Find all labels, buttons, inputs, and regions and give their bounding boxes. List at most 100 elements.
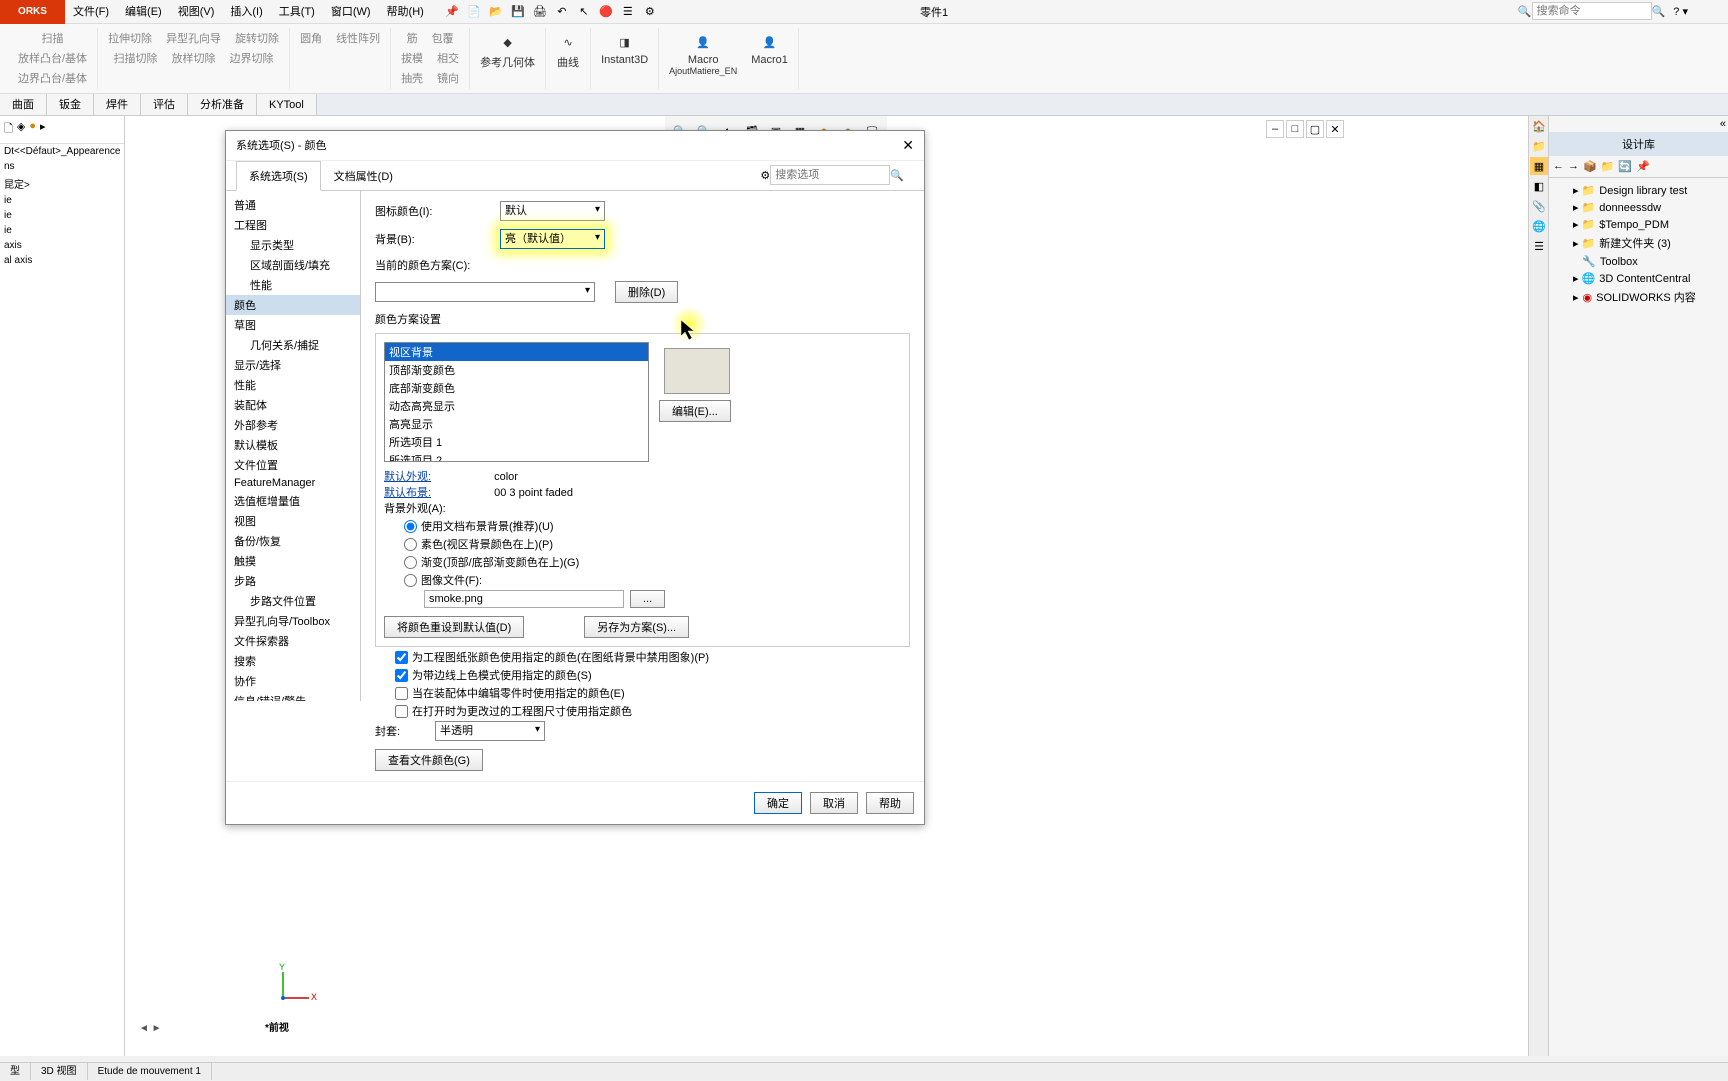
minimize-icon[interactable]: – (1266, 120, 1284, 138)
search-input[interactable] (1532, 2, 1652, 20)
help-button[interactable]: 帮助 (866, 792, 914, 814)
save-scheme-button[interactable]: 另存为方案(S)... (584, 616, 689, 638)
nav-backup[interactable]: 备份/恢复 (226, 531, 360, 551)
background-select[interactable]: 亮（默认值） (500, 229, 605, 249)
loft-button[interactable]: 放样凸台/基体 (14, 48, 91, 68)
default-scene-link[interactable]: 默认布景: (384, 487, 431, 499)
nav-hatch[interactable]: 区域剖面线/填充 (226, 255, 360, 275)
browse-button[interactable]: ... (630, 590, 665, 608)
list-item[interactable]: ▸ 📁 donneessdw (1553, 199, 1724, 216)
list-item[interactable]: ▸ 📁 Design library test (1553, 182, 1724, 199)
nav-messages[interactable]: 信息/错误/警告 (226, 691, 360, 701)
tree-item[interactable]: al axis (0, 253, 124, 268)
sweep-cut-button[interactable]: 扫描切除 (110, 48, 162, 68)
tab-system-options[interactable]: 系统选项(S) (236, 161, 321, 191)
list-item[interactable]: ▸ 📁 $Tempo_PDM (1553, 216, 1724, 233)
nav-general[interactable]: 普通 (226, 195, 360, 215)
tab-sheetmetal[interactable]: 钣金 (47, 94, 94, 115)
tab-analysis[interactable]: 分析准备 (188, 94, 257, 115)
nav-ext-ref[interactable]: 外部参考 (226, 415, 360, 435)
intersect-button[interactable]: 相交 (433, 48, 463, 68)
tree-tab2-icon[interactable]: ◈ (17, 120, 25, 139)
tab-kytool[interactable]: KYTool (257, 94, 317, 115)
tab-surface[interactable]: 曲面 (0, 94, 47, 115)
maximize-icon[interactable]: ▢ (1306, 120, 1324, 138)
revolve-cut-button[interactable]: 旋转切除 (231, 28, 283, 48)
fillet-button[interactable]: 圆角 (296, 28, 326, 48)
settings-icon[interactable]: ⚙ (640, 2, 660, 22)
bottom-tab-motion[interactable]: Etude de mouvement 1 (88, 1063, 212, 1080)
sweep-button[interactable]: 扫描 (38, 28, 68, 48)
refresh-icon[interactable]: 🔄 (1618, 160, 1632, 173)
hole-wizard-button[interactable]: 异型孔向导 (162, 28, 225, 48)
tree-item[interactable]: ie (0, 193, 124, 208)
search-button-icon[interactable]: 🔍 (1652, 5, 1666, 18)
scheme-list[interactable]: 视区背景 顶部渐变颜色 底部渐变颜色 动态高亮显示 高亮显示 所选项目 1 所选… (384, 342, 649, 462)
nav-explorer[interactable]: 文件探索器 (226, 631, 360, 651)
pin-icon[interactable]: 📌 (442, 2, 462, 22)
instant3d-button[interactable]: ◨ Instant3D (597, 28, 652, 68)
nav-templates[interactable]: 默认模板 (226, 435, 360, 455)
nav-relations[interactable]: 几何关系/捕捉 (226, 335, 360, 355)
view-icon[interactable]: ◧ (1530, 177, 1548, 195)
tree-item[interactable]: ie (0, 208, 124, 223)
check-assembly-edit[interactable] (395, 687, 408, 700)
dialog-close-button[interactable]: ✕ (902, 137, 914, 154)
print-icon[interactable]: 🖨 (530, 2, 550, 22)
rebuild-icon[interactable]: 🔴 (596, 2, 616, 22)
menu-tools[interactable]: 工具(T) (271, 0, 323, 24)
macro-button[interactable]: 👤 Macro AjoutMatiere_EN (665, 28, 741, 78)
pin-lib-icon[interactable]: 📌 (1636, 160, 1650, 173)
nav-featuremgr[interactable]: FeatureManager (226, 475, 360, 491)
fwd-icon[interactable]: → (1568, 160, 1579, 173)
scheme-item[interactable]: 所选项目 2 (385, 451, 648, 462)
radio-plain[interactable] (404, 538, 417, 551)
nav-performance[interactable]: 性能 (226, 375, 360, 395)
open-icon[interactable]: 📂 (486, 2, 506, 22)
scheme-item[interactable]: 所选项目 1 (385, 433, 648, 451)
pattern-button[interactable]: 线性阵列 (332, 28, 384, 48)
menu-view[interactable]: 视图(V) (170, 0, 223, 24)
scheme-item-selected[interactable]: 视区背景 (385, 343, 648, 361)
scheme-item[interactable]: 顶部渐变颜色 (385, 361, 648, 379)
save-icon[interactable]: 💾 (508, 2, 528, 22)
nav-display-select[interactable]: 显示/选择 (226, 355, 360, 375)
reset-colors-button[interactable]: 将颜色重设到默认值(D) (384, 616, 524, 638)
boundary-button[interactable]: 边界凸台/基体 (14, 68, 91, 88)
nav-search[interactable]: 搜索 (226, 651, 360, 671)
nav-spinbox[interactable]: 选值框增量值 (226, 491, 360, 511)
nav-sketch[interactable]: 草图 (226, 315, 360, 335)
list-item[interactable]: ▸ 📁 新建文件夹 (3) (1553, 233, 1724, 253)
check-shaded-edges[interactable] (395, 669, 408, 682)
nav-assembly[interactable]: 装配体 (226, 395, 360, 415)
ok-button[interactable]: 确定 (754, 792, 802, 814)
edit-color-button[interactable]: 编辑(E)... (659, 400, 731, 422)
boundary-cut-button[interactable]: 边界切除 (226, 48, 278, 68)
list-item[interactable]: 🔧 Toolbox (1553, 253, 1724, 270)
curve-button[interactable]: ∿ 曲线 (552, 28, 584, 72)
folder-icon[interactable]: 📁 (1530, 137, 1548, 155)
check-drawing-paper[interactable] (395, 651, 408, 664)
help-icon[interactable]: ? ▾ (1673, 5, 1688, 18)
lib-icon[interactable]: 📦 (1583, 160, 1597, 173)
radio-gradient[interactable] (404, 556, 417, 569)
nav-touch[interactable]: 触摸 (226, 551, 360, 571)
select-icon[interactable]: ↖ (574, 2, 594, 22)
tree-item[interactable]: 昆定> (0, 174, 124, 193)
nav-colors[interactable]: 颜色 (226, 295, 360, 315)
tree-item[interactable]: axis (0, 238, 124, 253)
back-icon[interactable]: ← (1553, 160, 1564, 173)
arrow-icon[interactable]: ◄ ► (139, 1023, 162, 1034)
current-scheme-select[interactable] (375, 282, 595, 302)
view-file-colors-button[interactable]: 查看文件颜色(G) (375, 749, 483, 771)
panel-icon[interactable]: ▦ (1530, 157, 1548, 175)
tab-weldment[interactable]: 焊件 (94, 94, 141, 115)
draft-button[interactable]: 拔模 (397, 48, 427, 68)
nav-holewizard[interactable]: 异型孔向导/Toolbox (226, 611, 360, 631)
options-search-input[interactable] (770, 165, 890, 185)
tab-evaluate[interactable]: 评估 (141, 94, 188, 115)
menu-insert[interactable]: 插入(I) (222, 0, 270, 24)
menu-edit[interactable]: 编辑(E) (117, 0, 170, 24)
collapse-icon[interactable]: « (1720, 118, 1726, 130)
clip-icon[interactable]: 📎 (1530, 197, 1548, 215)
